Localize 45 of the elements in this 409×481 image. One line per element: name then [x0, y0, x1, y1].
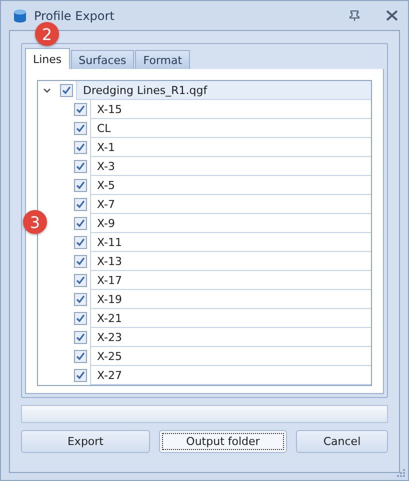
- tab[interactable]: Surfaces: [70, 50, 134, 69]
- tree-item-label: X-17: [97, 274, 122, 286]
- checkbox[interactable]: [60, 84, 73, 97]
- resize-grip-icon[interactable]: [397, 469, 406, 478]
- tree-item-label: X-1: [97, 140, 115, 154]
- tree-item-label: X-15: [97, 102, 122, 116]
- tree-item-label: X-23: [97, 330, 122, 344]
- step-badge: 2: [35, 22, 59, 46]
- checkbox[interactable]: [74, 141, 87, 154]
- checkbox[interactable]: [74, 331, 87, 344]
- tree-item-label: X-27: [97, 368, 122, 382]
- tree-item-label: X-13: [97, 254, 122, 268]
- checkbox[interactable]: [74, 369, 87, 382]
- tree-item-label: X-9: [97, 216, 115, 230]
- checkbox[interactable]: [74, 255, 87, 268]
- window-title: Profile Export: [34, 8, 116, 22]
- expand-caret-icon[interactable]: [43, 88, 51, 93]
- checkbox[interactable]: [74, 312, 87, 325]
- cancel-button[interactable]: Cancel: [296, 430, 388, 453]
- checkbox[interactable]: [74, 122, 87, 135]
- tree-item-label: Dredging Lines_R1.qgf: [83, 84, 208, 96]
- checkbox[interactable]: [74, 103, 87, 116]
- pin-icon[interactable]: [349, 10, 360, 21]
- checkbox[interactable]: [74, 236, 87, 249]
- checkbox[interactable]: [74, 350, 87, 363]
- tree-item-label: X-25: [97, 350, 122, 362]
- checkbox[interactable]: [74, 217, 87, 230]
- close-icon[interactable]: [386, 10, 398, 21]
- export-button[interactable]: Export: [21, 430, 150, 453]
- tree-item-label: X-5: [97, 178, 115, 192]
- tree-item-label: X-19: [97, 292, 122, 306]
- checkbox[interactable]: [74, 179, 87, 192]
- checkbox[interactable]: [74, 293, 87, 306]
- database-icon: [12, 8, 28, 24]
- checkbox[interactable]: [74, 160, 87, 173]
- output-folder-button[interactable]: Output folder: [159, 430, 287, 453]
- tree-item-label: X-11: [97, 236, 122, 248]
- checkbox[interactable]: [74, 274, 87, 287]
- checkbox[interactable]: [74, 198, 87, 211]
- tab[interactable]: Format: [135, 50, 190, 69]
- tree-item-label: X-7: [97, 198, 115, 210]
- tree-item-label: X-3: [97, 160, 115, 172]
- tab[interactable]: Lines: [25, 48, 70, 69]
- tree-item-label: X-21: [97, 312, 122, 324]
- tree-item-label: CL: [97, 122, 111, 134]
